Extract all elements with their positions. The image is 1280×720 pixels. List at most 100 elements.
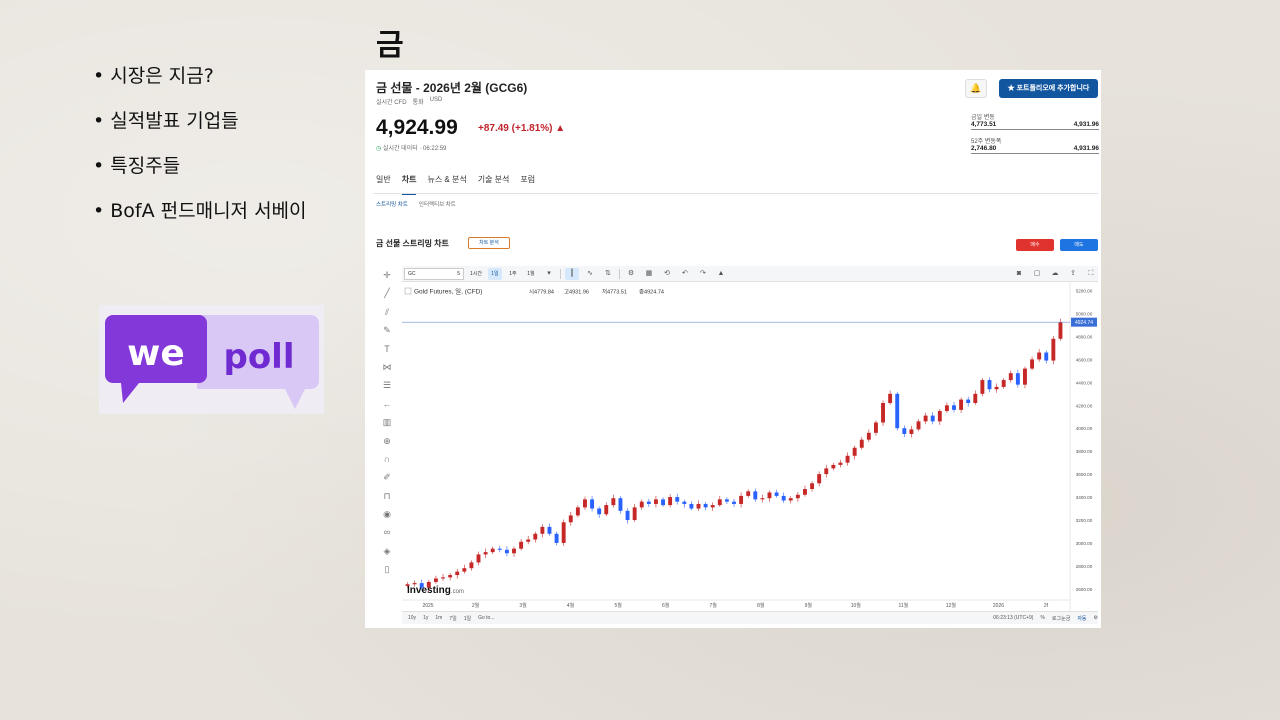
- percent-toggle[interactable]: %: [1040, 615, 1044, 621]
- eye-icon[interactable]: ◉: [377, 505, 397, 523]
- chart-section-title: 금 선물 스트리밍 차트: [376, 239, 449, 248]
- chart-settings-icon[interactable]: ⚙: [1094, 615, 1098, 621]
- candle-body: [568, 515, 573, 523]
- interval-1h[interactable]: 1시간: [468, 268, 484, 280]
- chart-analysis-button[interactable]: 차트 분석: [468, 237, 510, 249]
- layout-icon[interactable]: ▢: [1030, 268, 1044, 280]
- candle-body: [866, 432, 871, 440]
- interval-1d[interactable]: 1일: [487, 267, 502, 280]
- candle-body: [433, 578, 438, 582]
- cloud-save-icon[interactable]: ⇪: [1066, 268, 1080, 280]
- indicators-icon[interactable]: ∿: [583, 268, 597, 280]
- brand-suffix: .com: [451, 589, 464, 595]
- investing-screenshot: 금 선물 - 2026년 2월 (GCG6) 실시간 CFD 통화 USD 🔔 …: [365, 70, 1101, 628]
- chart-bottombar: 10y 1y 1m 7일 1일 Go to... 06:23:13 (UTC+9…: [402, 611, 1098, 624]
- undo-icon[interactable]: ↶: [678, 268, 692, 280]
- add-portfolio-button[interactable]: ★ 포트폴리오에 추가합니다: [999, 79, 1098, 98]
- candle-body: [583, 499, 587, 508]
- pencil-lock-icon[interactable]: ✐: [377, 468, 397, 486]
- candle-body: [888, 393, 893, 403]
- interval-1w[interactable]: 1주: [506, 268, 520, 280]
- cloud-icon[interactable]: ☁: [1048, 268, 1062, 280]
- crosshair-icon[interactable]: ✛: [377, 266, 397, 284]
- candle-body: [937, 411, 942, 422]
- layers-icon[interactable]: ◈: [377, 542, 397, 560]
- legend-low: 저4773.51: [602, 288, 627, 296]
- price-tick-label: 3200.00: [1076, 518, 1093, 523]
- camera-icon[interactable]: ◙: [1012, 268, 1026, 280]
- sell-button[interactable]: 매도: [1060, 239, 1098, 251]
- candle-body: [1051, 338, 1056, 361]
- time-tick-label: 2025: [422, 603, 433, 609]
- clock-readout: 06:23:13 (UTC+9): [993, 615, 1034, 621]
- fib-icon[interactable]: ☰: [377, 376, 397, 394]
- logo-text-right: poll: [223, 337, 294, 377]
- price-tick-label: 4200.00: [1076, 403, 1093, 408]
- parallel-channel-icon[interactable]: ⫽: [377, 303, 397, 321]
- alert-button[interactable]: 🔔: [965, 79, 987, 98]
- candle-body: [476, 554, 481, 563]
- price-axis-labels: 5200.00 5000.00 4800.00 4600.00 4400.00 4200.…: [1076, 289, 1093, 592]
- last-price: 4,924.99: [376, 116, 458, 139]
- log-toggle[interactable]: 로그눈금: [1052, 615, 1070, 622]
- goto-date[interactable]: Go to...: [478, 615, 494, 621]
- candle-body: [519, 541, 524, 549]
- interval-1m[interactable]: 1월: [524, 268, 538, 280]
- candle-body: [739, 495, 744, 504]
- candle-body: [710, 505, 715, 508]
- tab-divider: [373, 193, 1098, 194]
- redo-icon[interactable]: ↷: [696, 268, 710, 280]
- fullscreen-icon[interactable]: ⛶: [1084, 268, 1098, 280]
- range-1y[interactable]: 1y: [423, 615, 428, 621]
- candle-body: [959, 399, 964, 410]
- tab-technical[interactable]: 기술 분석: [478, 174, 510, 195]
- time-tick-label: 7월: [710, 602, 718, 609]
- pattern-icon[interactable]: ⋈: [377, 358, 397, 376]
- magnet-icon[interactable]: ∩: [377, 450, 397, 468]
- arrow-left-icon[interactable]: ←: [377, 395, 397, 413]
- compare-icon[interactable]: ⇅: [601, 268, 615, 280]
- subtab-streaming[interactable]: 스트리밍 차트: [376, 200, 408, 208]
- candle-body: [760, 498, 765, 500]
- subtab-interactive[interactable]: 인터랙티브 차트: [419, 200, 456, 208]
- measure-icon[interactable]: ▥: [377, 413, 397, 431]
- range-1d[interactable]: 1일: [464, 615, 471, 622]
- range-7d[interactable]: 7일: [449, 615, 456, 622]
- time-tick-label: 11월: [898, 602, 908, 609]
- tab-news[interactable]: 뉴스 & 분석: [427, 174, 466, 195]
- range-1m[interactable]: 1m: [435, 615, 442, 621]
- settings-icon[interactable]: ⚙: [624, 268, 638, 280]
- candles-icon[interactable]: ┃: [564, 267, 579, 280]
- realtime-note: ◷ 실시간 데이터 · 06:22:59: [376, 143, 446, 152]
- replay-icon[interactable]: ⟲: [660, 268, 674, 280]
- price-tick-label: 2600.00: [1076, 587, 1093, 592]
- link-icon[interactable]: ∞: [377, 523, 397, 541]
- candle-body: [810, 483, 815, 490]
- symbol-input[interactable]: GC 5: [404, 267, 464, 280]
- tab-chart[interactable]: 차트: [401, 174, 417, 195]
- candle-body: [824, 468, 829, 475]
- lock-icon[interactable]: ⊓: [377, 487, 397, 505]
- time-tick-label: 3월: [519, 602, 527, 609]
- time-tick-label: 12월: [946, 602, 957, 609]
- week52-low: 2,746.80: [971, 145, 997, 152]
- symbol-num: 5: [457, 270, 460, 277]
- text-icon[interactable]: T: [377, 340, 397, 358]
- candle-body: [618, 498, 623, 511]
- logo-text-left: we: [127, 333, 185, 374]
- buy-button[interactable]: 매수: [1016, 239, 1054, 251]
- candle-body: [817, 474, 822, 484]
- templates-icon[interactable]: ▦: [642, 268, 656, 280]
- alert-icon[interactable]: ▲: [714, 268, 728, 280]
- zoom-icon[interactable]: ⊕: [377, 432, 397, 450]
- day-range-high: 4,931.96: [1073, 121, 1099, 128]
- price-chart[interactable]: 5200.00 5000.00 4800.00 4600.00 4400.00 4200.…: [402, 282, 1098, 611]
- tab-forum[interactable]: 포럼: [520, 174, 535, 195]
- interval-dropdown-icon[interactable]: ▾: [542, 268, 556, 280]
- tab-general[interactable]: 일반: [376, 174, 391, 195]
- trendline-icon[interactable]: ╱: [377, 284, 397, 302]
- range-10y[interactable]: 10y: [408, 615, 416, 621]
- brush-icon[interactable]: ✎: [377, 321, 397, 339]
- auto-toggle[interactable]: 자동: [1077, 615, 1086, 622]
- trash-icon[interactable]: ▯: [377, 560, 397, 578]
